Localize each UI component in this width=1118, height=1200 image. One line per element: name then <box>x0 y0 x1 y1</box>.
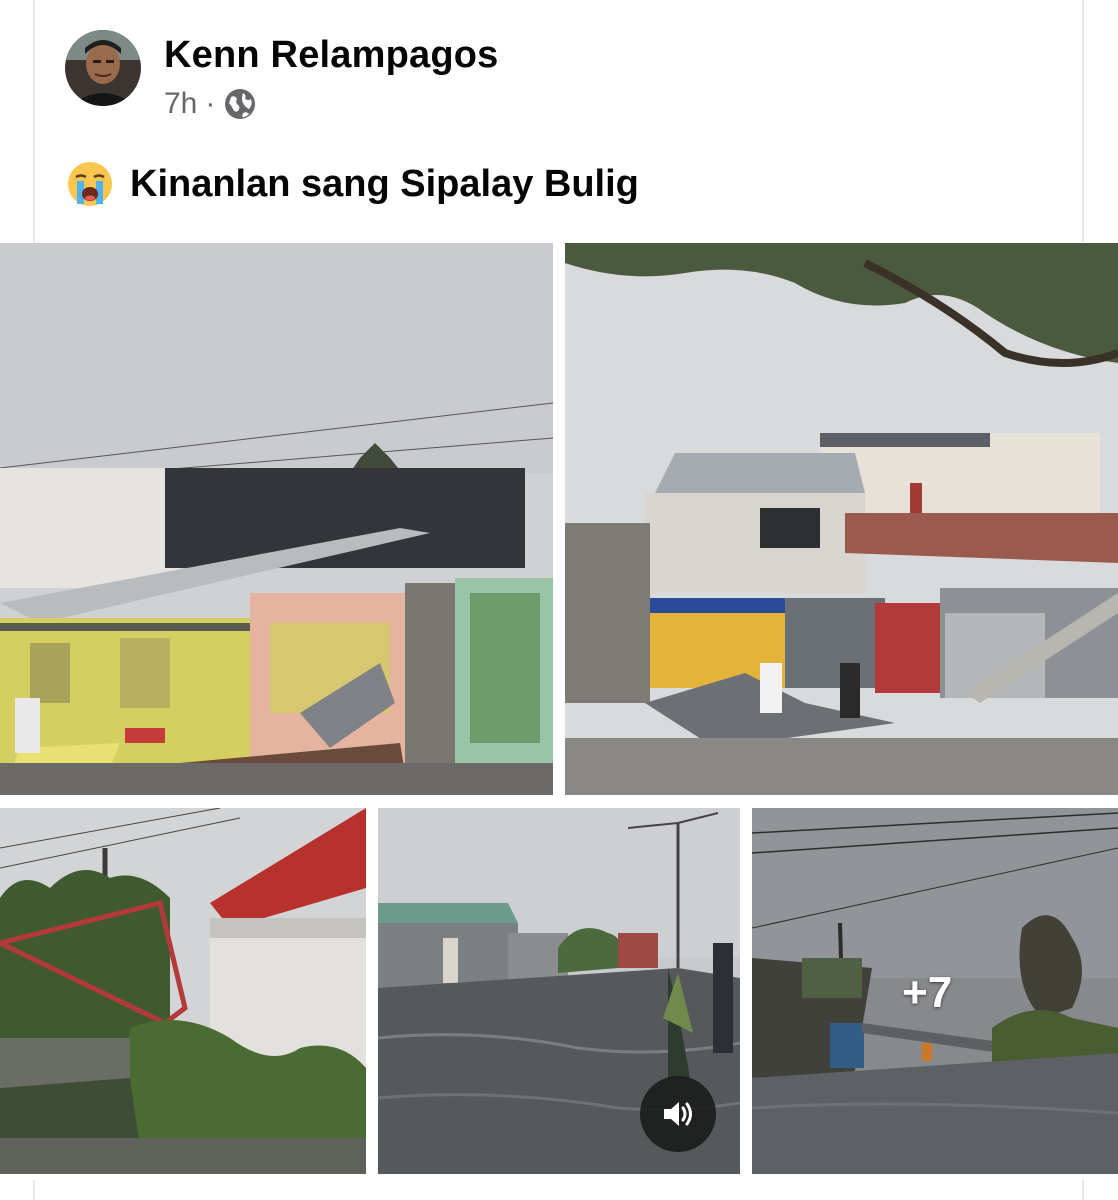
more-photos-count: +7 <box>902 968 953 1017</box>
post-header: Kenn Relampagos 7h · <box>65 30 1065 120</box>
globe-icon <box>223 87 257 121</box>
caption-text: Kinanlan sang Sipalay Bulig <box>130 162 639 205</box>
speaker-icon <box>658 1094 698 1134</box>
author-name[interactable]: Kenn Relampagos <box>164 34 499 77</box>
card-border <box>1082 1180 1084 1200</box>
meta-separator: · <box>205 87 216 120</box>
post-photo-1[interactable] <box>0 243 553 795</box>
sound-toggle-button[interactable] <box>640 1076 716 1152</box>
crying-face-icon <box>66 160 114 208</box>
post-photo-3[interactable] <box>0 808 366 1174</box>
post-photo-more[interactable]: +7 <box>752 808 1118 1174</box>
post-timestamp[interactable]: 7h <box>164 87 197 121</box>
card-border <box>1082 0 1084 242</box>
post-photo-2[interactable] <box>565 243 1118 795</box>
card-border <box>33 1180 35 1200</box>
card-border <box>33 0 35 242</box>
post-meta: 7h · <box>164 86 257 122</box>
avatar[interactable] <box>65 30 141 106</box>
post-video[interactable] <box>378 808 740 1174</box>
post-caption: Kinanlan sang Sipalay Bulig <box>66 160 639 208</box>
